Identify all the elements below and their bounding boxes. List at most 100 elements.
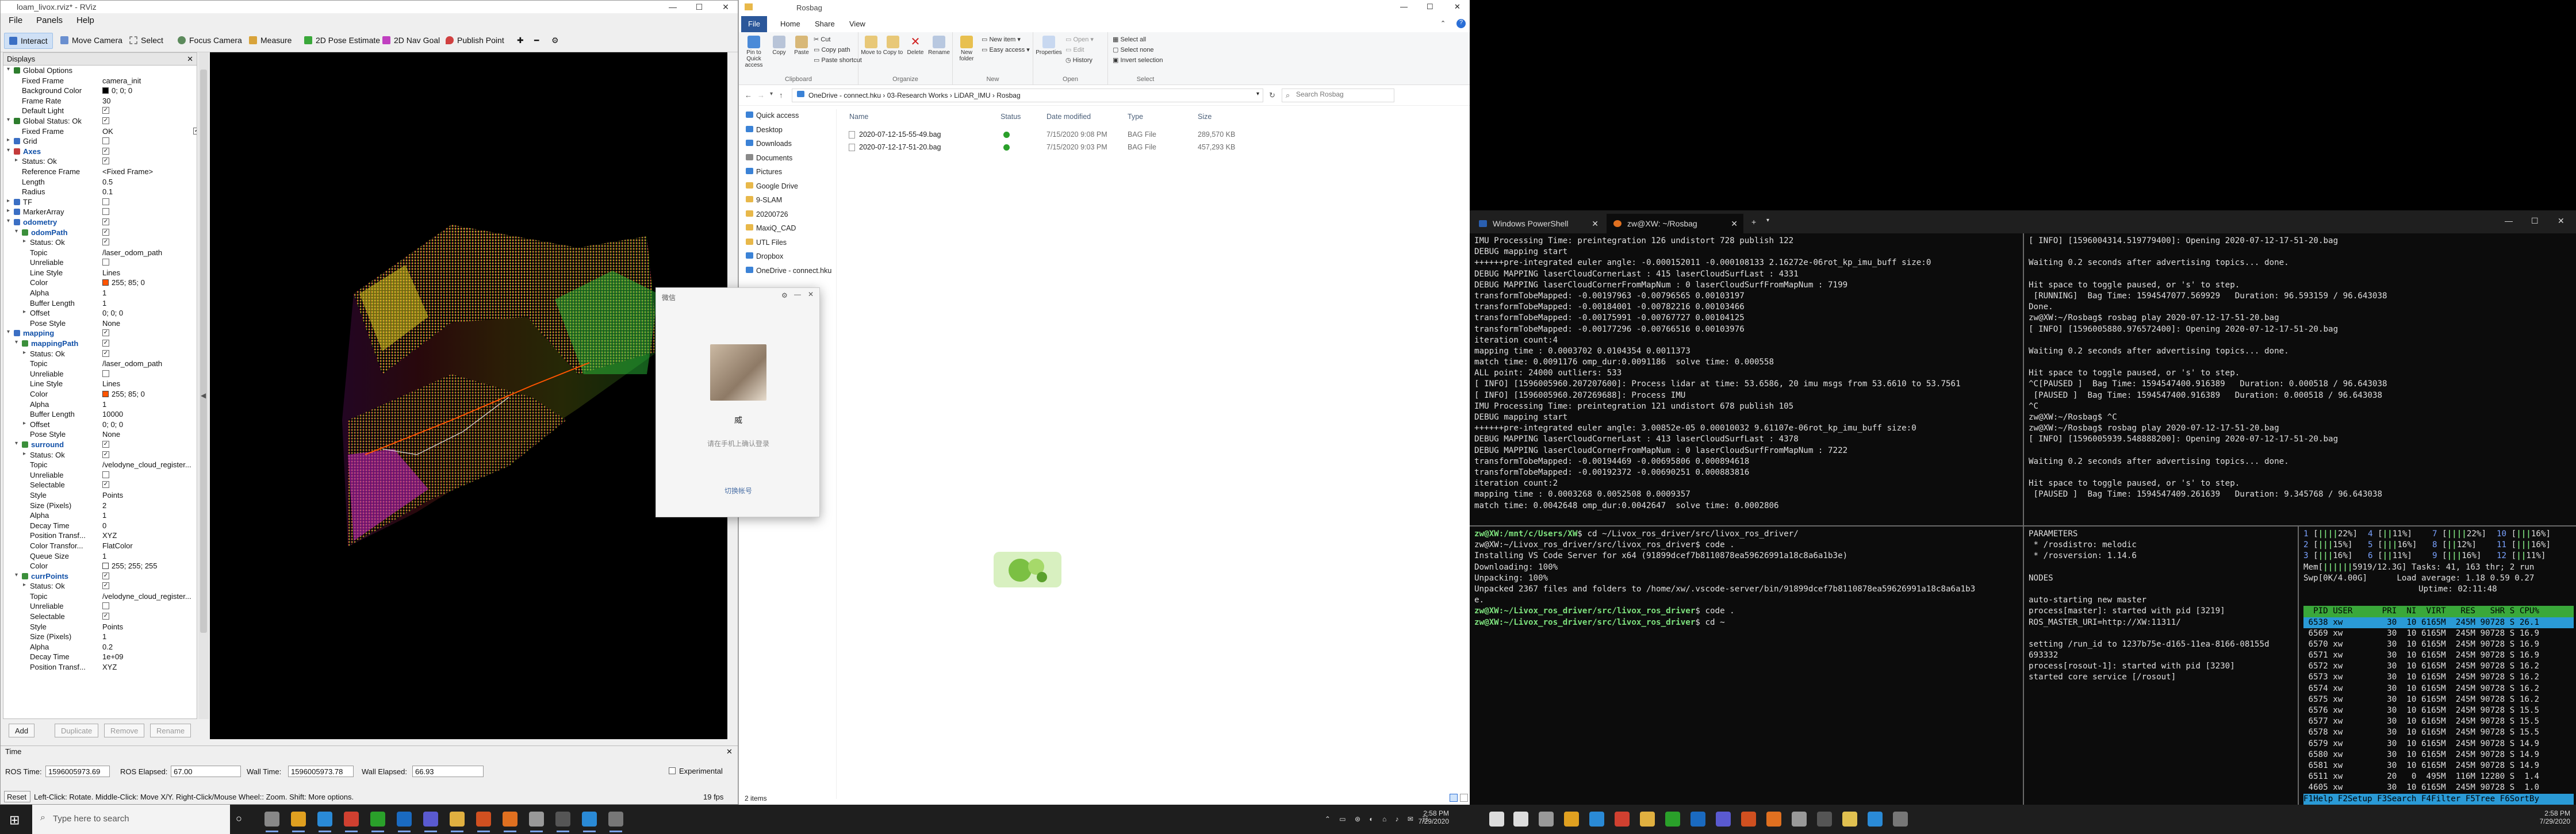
expand-icon[interactable]: ▸ — [23, 420, 26, 426]
tree-row[interactable]: Reference Frame <Fixed Frame> — [3, 167, 197, 177]
nav-item[interactable]: 20200726 — [739, 208, 836, 222]
process-row[interactable]: 6577 xw 30 10 6165M 245M 90728 S 15.5 — [2303, 716, 2574, 727]
tree-row[interactable]: ▸ Status: Ok ✓ — [3, 237, 197, 248]
help-icon[interactable]: ? — [1456, 19, 1466, 28]
nav-item[interactable]: UTL Files — [739, 236, 836, 251]
tool-interact[interactable]: Interact — [4, 33, 53, 49]
up-icon[interactable]: ↑ — [779, 91, 783, 99]
menu-panels[interactable]: Panels — [36, 16, 63, 25]
tree-row[interactable]: ▾ mappingPath ✓ — [3, 339, 197, 349]
color-swatch[interactable] — [102, 563, 109, 570]
tree-row[interactable]: ▾ odometry ✓ — [3, 217, 197, 228]
task-view-icon[interactable] — [264, 812, 279, 832]
breadcrumb-lidar[interactable]: LiDAR_IMU — [954, 91, 990, 99]
chrome-icon[interactable] — [1615, 812, 1630, 827]
expand-icon[interactable]: ▸ — [23, 309, 26, 315]
search-box[interactable]: ⌕ — [1282, 89, 1394, 102]
tool-move-camera[interactable]: Move Camera — [56, 33, 127, 49]
windows-start-icon[interactable]: ⊞ — [9, 813, 20, 828]
delete-button[interactable]: ✕ Delete — [904, 36, 926, 56]
tool-focus-camera[interactable]: Focus Camera — [173, 33, 247, 49]
tool-2d-nav-goal[interactable]: 2D Nav Goal — [378, 33, 444, 49]
tree-row[interactable]: Unreliable — [3, 470, 197, 481]
tree-row[interactable]: Position Transf... XYZ — [3, 531, 197, 541]
expand-icon[interactable]: ▸ — [7, 137, 10, 143]
add-tool-button[interactable]: ✚ — [512, 33, 528, 49]
enable-checkbox[interactable] — [102, 602, 109, 610]
tree-row[interactable]: ▸ Status: Ok ✓ — [3, 450, 197, 460]
process-row[interactable]: 6579 xw 30 10 6165M 245M 90728 S 14.9 — [2303, 739, 2574, 750]
property-value[interactable]: 0.2 — [102, 643, 113, 651]
rviz-icon[interactable] — [608, 812, 623, 832]
tree-row[interactable]: ▸ Status: Ok ✓ — [3, 581, 197, 591]
tree-row[interactable]: Frame Rate 30 — [3, 96, 197, 106]
process-row[interactable]: 6578 xw 30 10 6165M 245M 90728 S 15.5 — [2303, 727, 2574, 738]
property-value[interactable]: 2 — [102, 501, 106, 510]
process-row[interactable]: 6511 xw 20 0 495M 116M 12280 S 1.4 — [2303, 771, 2574, 782]
enable-checkbox[interactable]: ✓ — [102, 228, 109, 236]
scrollbar-thumb[interactable] — [200, 70, 207, 633]
property-value[interactable]: /laser_odom_path — [102, 248, 162, 257]
tree-row[interactable]: ▸ Grid — [3, 136, 197, 147]
column-size[interactable]: Size — [1198, 113, 1212, 121]
enable-checkbox[interactable] — [102, 471, 109, 478]
tree-row[interactable]: Color 255; 255; 255 — [3, 561, 197, 571]
property-value[interactable]: 1 — [102, 400, 106, 409]
column-status[interactable]: Status — [1000, 113, 1021, 121]
rename-button[interactable]: Rename — [927, 36, 950, 56]
switch-account-link[interactable]: 切换帐号 — [656, 486, 821, 495]
maximize-button[interactable]: ☐ — [2531, 216, 2539, 226]
column-type[interactable]: Type — [1128, 113, 1143, 121]
enable-checkbox[interactable]: ✓ — [102, 572, 109, 579]
expand-icon[interactable]: ▸ — [23, 451, 26, 457]
expand-icon[interactable]: ▾ — [7, 117, 10, 123]
tree-row[interactable]: Style Points — [3, 490, 197, 501]
wechat-icon[interactable] — [1665, 812, 1680, 827]
cut-button[interactable]: ✂ Cut — [814, 36, 830, 43]
tool-publish-point[interactable]: Publish Point — [441, 33, 509, 49]
properties-button[interactable]: Properties — [1036, 36, 1062, 56]
tab-share[interactable]: Share — [808, 16, 842, 32]
tree-row[interactable]: Topic/velodyne_cloud_register... — [3, 591, 197, 602]
nav-item[interactable]: MaxiQ_CAD — [739, 222, 836, 236]
color-swatch[interactable] — [102, 279, 109, 286]
tree-row[interactable]: Color 255; 85; 0 — [3, 278, 197, 288]
tree-row[interactable]: Alpha 1 — [3, 288, 197, 298]
enable-checkbox[interactable]: ✓ — [102, 117, 109, 124]
expand-icon[interactable]: ▸ — [23, 349, 26, 356]
select-none-button[interactable]: ▢ Select none — [1113, 46, 1154, 53]
forward-icon[interactable]: → — [757, 91, 765, 99]
remove-display-button[interactable]: Remove — [104, 724, 145, 737]
expand-icon[interactable]: ▸ — [23, 582, 26, 588]
tree-row[interactable]: ▸ TF — [3, 197, 197, 207]
time-panel-close-icon[interactable]: ✕ — [726, 747, 733, 756]
enable-checkbox[interactable]: ✓ — [102, 349, 109, 357]
settings-icon[interactable]: ⚙ — [781, 291, 788, 299]
new-folder-button[interactable]: New folder — [955, 36, 978, 62]
tree-row[interactable]: Radius 0.1 — [3, 187, 197, 197]
tree-row[interactable]: Default Light ✓ — [3, 106, 197, 116]
process-row[interactable]: 6581 xw 30 10 6165M 245M 90728 S 14.9 — [2303, 760, 2574, 771]
tree-row[interactable]: Size (Pixels) 2 — [3, 501, 197, 511]
search-icon[interactable] — [1513, 812, 1528, 827]
edge-icon[interactable] — [317, 812, 332, 832]
property-value[interactable]: 0.5 — [102, 178, 113, 186]
tree-row[interactable]: Color 255; 85; 0 — [3, 389, 197, 399]
tree-row[interactable]: Decay Time 1e+09 — [3, 652, 197, 662]
property-value[interactable]: 255; 255; 255 — [112, 562, 158, 570]
outlook-icon[interactable] — [397, 812, 412, 832]
enable-checkbox[interactable]: ✓ — [102, 147, 109, 155]
expand-icon[interactable]: ▾ — [7, 147, 10, 153]
property-value[interactable]: /velodyne_cloud_register... — [102, 592, 191, 601]
tree-row[interactable]: Unreliable — [3, 601, 197, 612]
enable-checkbox[interactable] — [102, 137, 109, 145]
property-value[interactable]: XYZ — [102, 663, 117, 671]
recent-icon[interactable]: ▾ — [770, 91, 773, 97]
enable-checkbox[interactable] — [102, 259, 109, 266]
process-row[interactable]: 6574 xw 30 10 6165M 245M 90728 S 16.2 — [2303, 683, 2574, 694]
files-icon[interactable] — [450, 812, 465, 832]
paste-button[interactable]: Paste — [791, 36, 812, 56]
process-row[interactable]: 6572 xw 30 10 6165M 245M 90728 S 16.2 — [2303, 661, 2574, 672]
process-row[interactable]: 6570 xw 30 10 6165M 245M 90728 S 16.9 — [2303, 639, 2574, 650]
pin-quick-access-button[interactable]: Pin to Quick access — [741, 36, 766, 68]
